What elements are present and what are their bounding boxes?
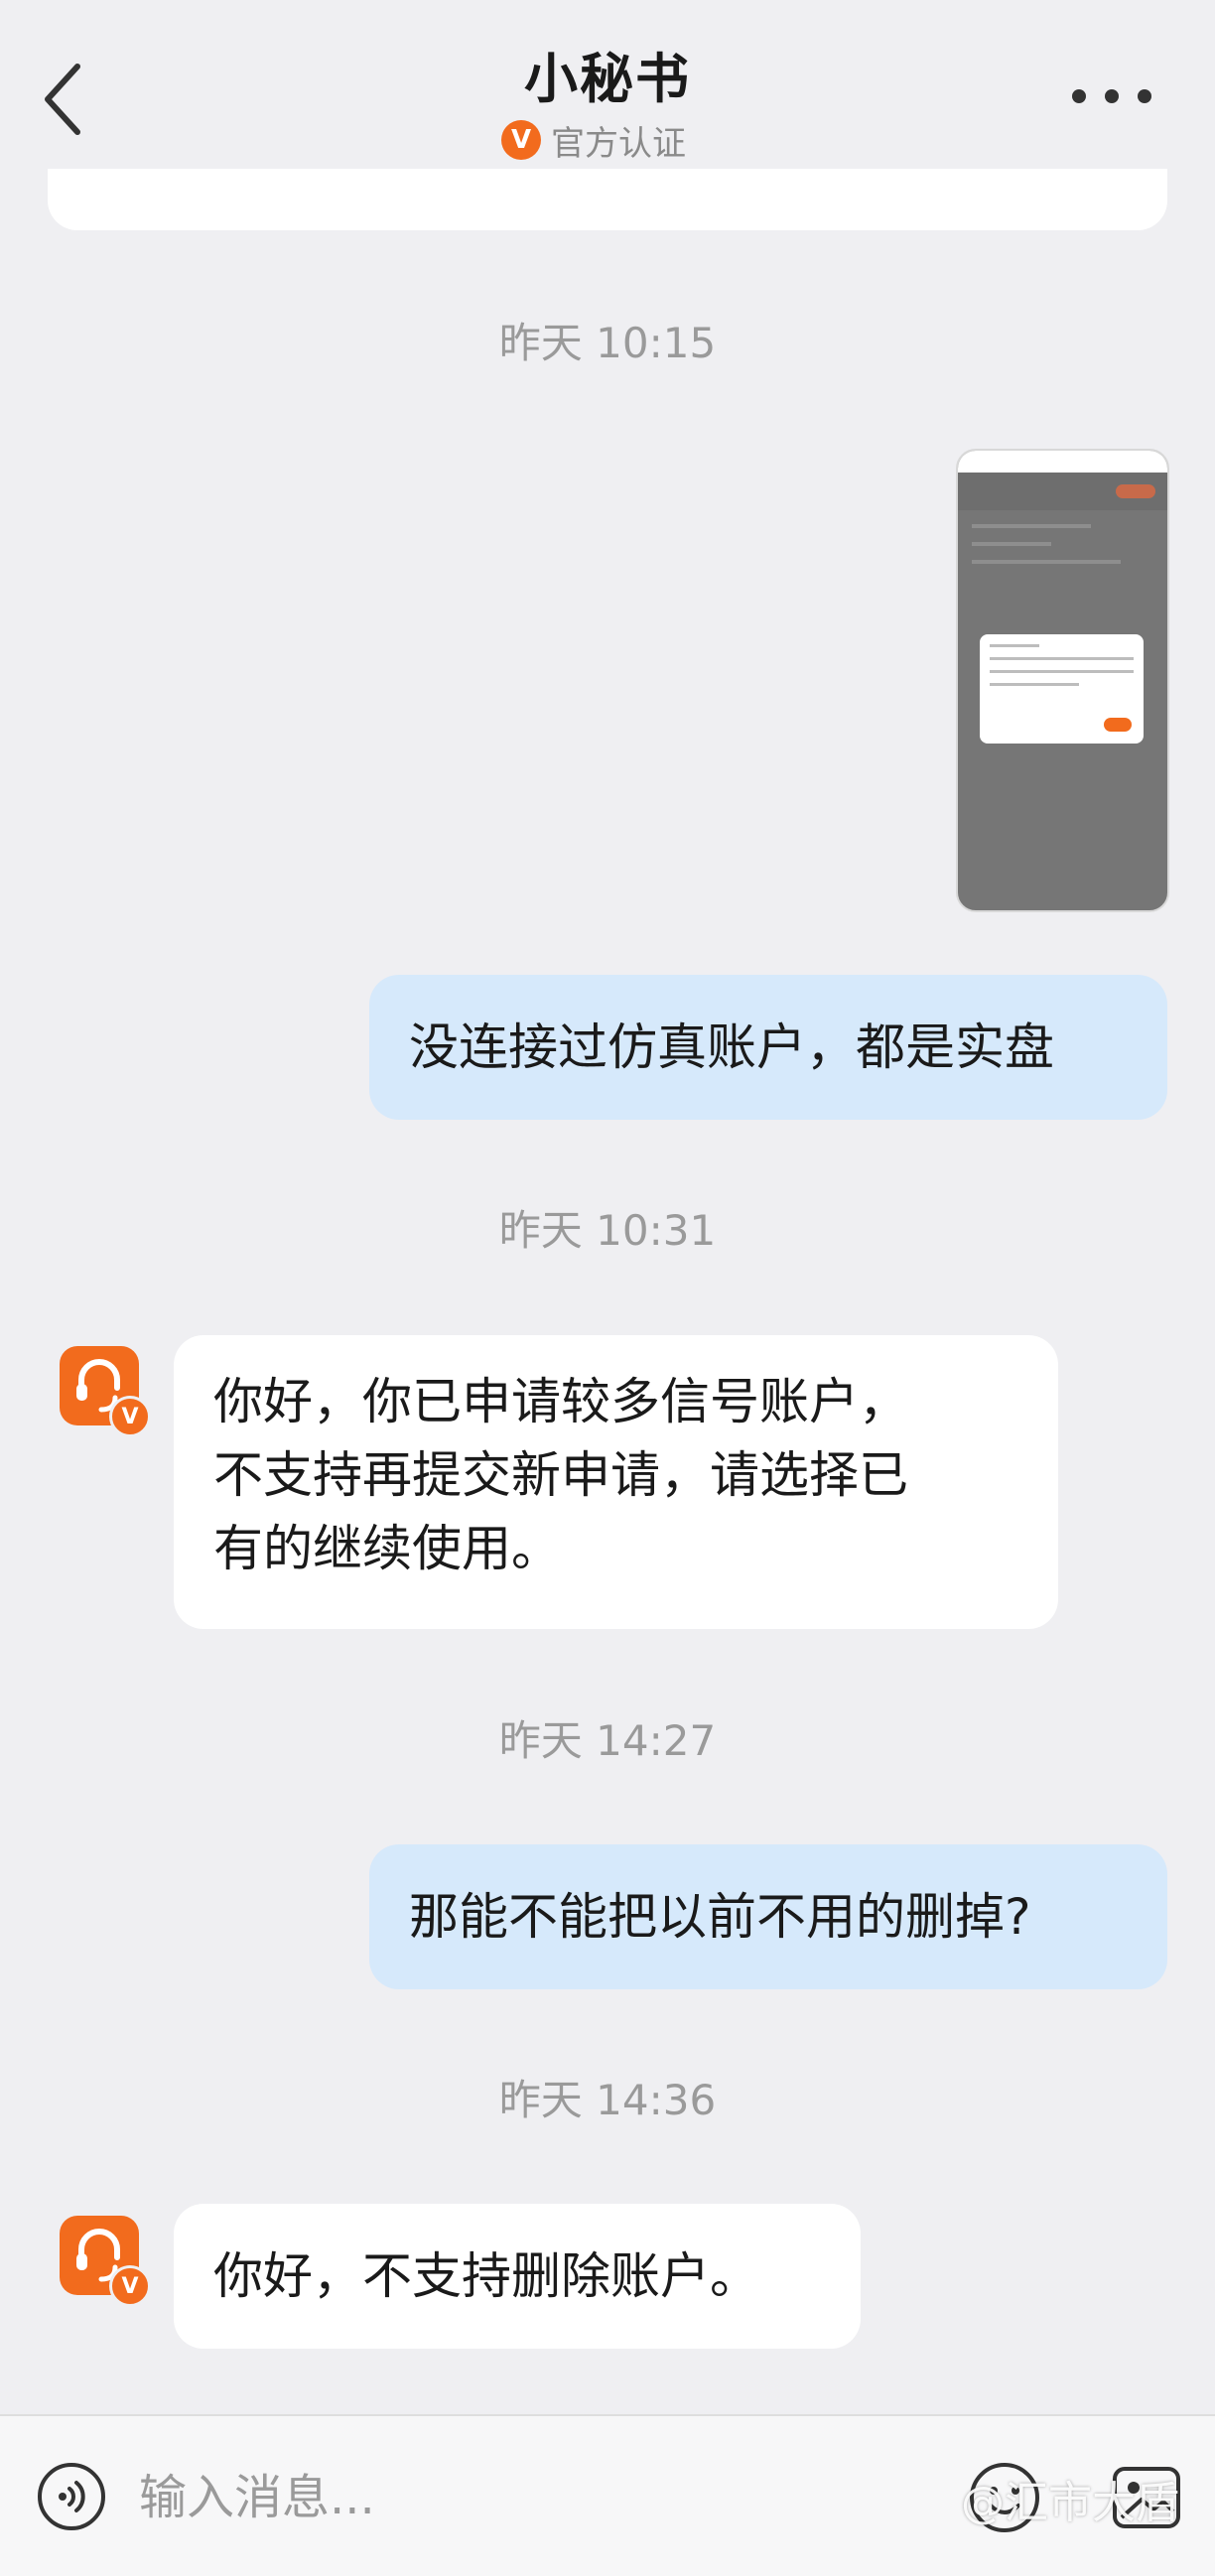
message-text: 你好，你已申请较多信号账户， bbox=[213, 1373, 908, 1430]
more-icon-dot bbox=[1072, 89, 1086, 103]
thumb-row bbox=[972, 524, 1091, 528]
message-input[interactable]: 输入消息... bbox=[139, 2466, 834, 2529]
verified-icon: V bbox=[501, 120, 541, 160]
thumb-row bbox=[972, 542, 1051, 546]
verified-icon: V bbox=[109, 2265, 151, 2307]
timestamp: 昨天 10:31 bbox=[498, 1206, 717, 1255]
outgoing-message-bubble[interactable]: 没连接过仿真账户，都是实盘 bbox=[369, 975, 1167, 1120]
verified-icon: V bbox=[109, 1396, 151, 1437]
chat-header: 小秘书 V 官方认证 bbox=[0, 0, 1215, 179]
screenshot-image-message[interactable] bbox=[956, 449, 1169, 912]
thumb-dialog bbox=[980, 634, 1144, 744]
voice-button[interactable] bbox=[36, 2461, 107, 2532]
verified-label: V 官方认证 bbox=[501, 117, 686, 164]
thumb-appbar bbox=[958, 473, 1167, 510]
timestamp: 昨天 14:36 bbox=[498, 2076, 717, 2124]
message-text: 那能不能把以前不用的删掉? bbox=[409, 1888, 1031, 1946]
more-icon-dot bbox=[1105, 89, 1119, 103]
assistant-avatar[interactable]: V bbox=[60, 2216, 151, 2307]
thumb-statusbar bbox=[958, 451, 1167, 473]
watermark: @汇市大盾 bbox=[961, 2478, 1179, 2528]
verified-text: 官方认证 bbox=[551, 123, 686, 164]
chat-title: 小秘书 bbox=[524, 48, 691, 110]
timestamp: 昨天 10:15 bbox=[498, 319, 717, 367]
thumb-row bbox=[972, 560, 1121, 564]
message-text: 没连接过仿真账户，都是实盘 bbox=[409, 1018, 1054, 1076]
chat-screen: 小秘书 V 官方认证 昨天 10:15 没连接过仿真账户，都是实盘 昨天 10: bbox=[0, 0, 1215, 2576]
previous-message-card bbox=[48, 169, 1167, 230]
message-text: 不支持再提交新申请，请选择已 bbox=[213, 1446, 908, 1504]
outgoing-message-bubble[interactable]: 那能不能把以前不用的删掉? bbox=[369, 1844, 1167, 1989]
incoming-message-bubble[interactable]: 你好，不支持删除账户。 bbox=[174, 2204, 861, 2349]
more-button[interactable] bbox=[1072, 81, 1151, 111]
timestamp: 昨天 14:27 bbox=[498, 1716, 717, 1765]
more-icon-dot bbox=[1138, 89, 1151, 103]
message-text: 你好，不支持删除账户。 bbox=[213, 2247, 759, 2305]
assistant-avatar[interactable]: V bbox=[60, 1346, 151, 1437]
message-text: 有的继续使用。 bbox=[213, 1520, 561, 1577]
incoming-message-bubble[interactable]: 你好，你已申请较多信号账户， 不支持再提交新申请，请选择已 有的继续使用。 bbox=[174, 1335, 1058, 1629]
voice-icon bbox=[38, 2463, 105, 2530]
